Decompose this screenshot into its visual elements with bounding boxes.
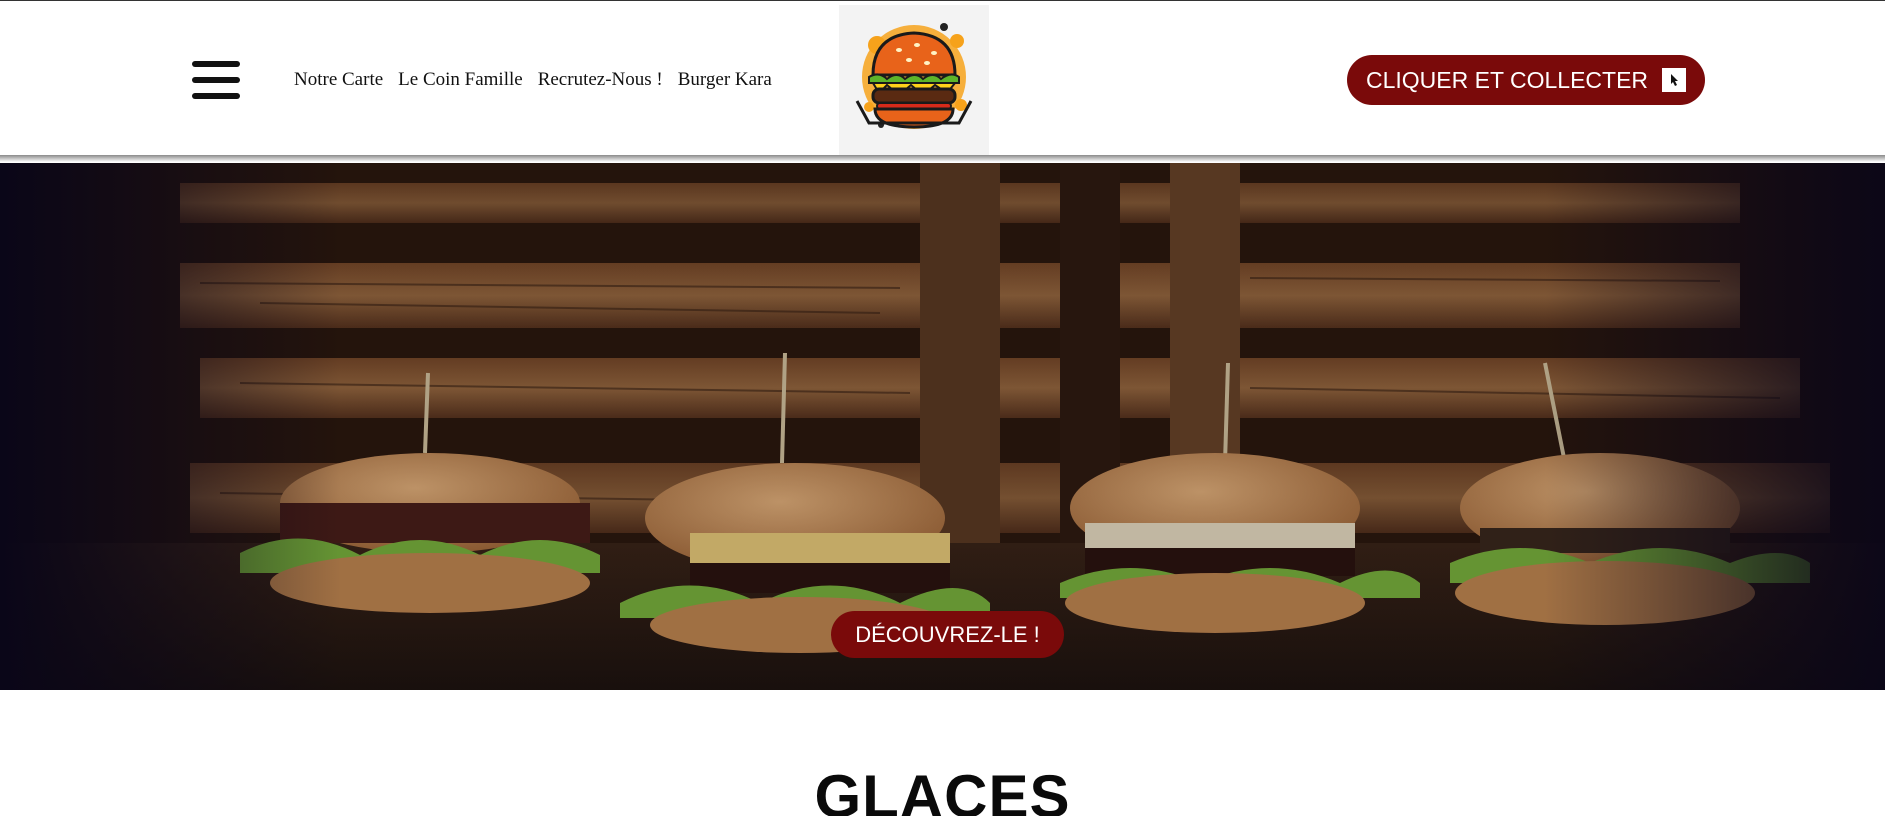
header-divider	[0, 155, 1885, 162]
nav-link-recrutez-nous[interactable]: Recrutez-Nous !	[538, 69, 663, 91]
hamburger-menu-icon[interactable]	[192, 61, 240, 99]
nav-link-burger-kara[interactable]: Burger Kara	[678, 69, 772, 91]
click-and-collect-label: CLIQUER ET COLLECTER	[1365, 66, 1649, 93]
burger-logo-icon[interactable]	[839, 5, 989, 155]
click-and-collect-button[interactable]: CLIQUER ET COLLECTER	[1347, 55, 1705, 105]
site-header: Notre Carte Le Coin Famille Recrutez-Nou…	[0, 0, 1885, 157]
nav-link-notre-carte[interactable]: Notre Carte	[294, 69, 383, 91]
nav-link-coin-famille[interactable]: Le Coin Famille	[398, 69, 523, 91]
main-nav: Notre Carte Le Coin Famille Recrutez-Nou…	[294, 69, 772, 91]
pointer-cursor-icon	[1662, 68, 1687, 92]
section-title: GLACES	[814, 763, 1071, 816]
discover-button[interactable]: DÉCOUVREZ-LE !	[831, 611, 1064, 658]
